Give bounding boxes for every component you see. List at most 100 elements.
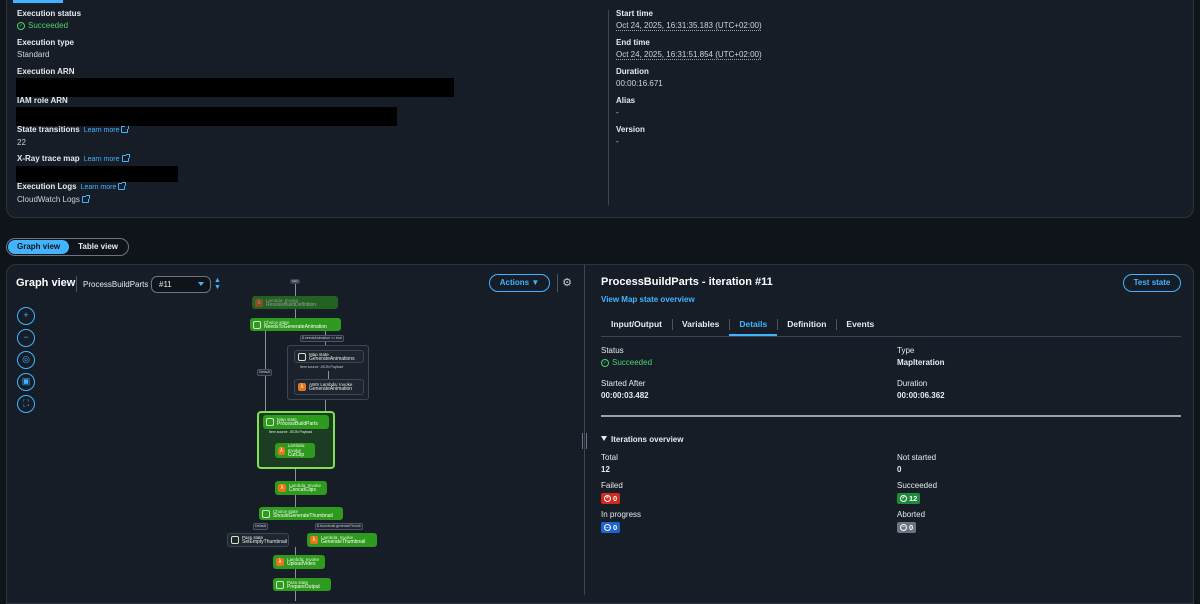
column-divider xyxy=(608,10,609,205)
lambda-icon: λ xyxy=(298,383,306,391)
field-value: 00:00:06.362 xyxy=(897,391,945,400)
process-build-parts-map-highlighted[interactable]: Map state ProcessBuildParts Item source: … xyxy=(257,411,335,469)
node-prepare-output[interactable]: Pass state PrepareOutput xyxy=(273,578,331,591)
zoom-in-icon[interactable]: + xyxy=(17,307,35,325)
actions-dropdown-button[interactable]: Actions ▼ xyxy=(489,274,550,292)
table-view-toggle[interactable]: Table view xyxy=(69,240,127,254)
center-icon[interactable]: ◎ xyxy=(17,351,35,369)
duration-field: Duration 00:00:06.362 xyxy=(897,378,945,402)
node-should-generate-thumbnail[interactable]: Choice state ShouldGenerateThumbnail xyxy=(259,507,343,520)
not-started-field: Not started 0 xyxy=(897,452,936,476)
resize-handle[interactable] xyxy=(582,433,587,449)
section-divider xyxy=(601,415,1181,417)
redacted-iam-role-arn xyxy=(16,107,397,126)
status-value: Succeeded xyxy=(28,21,69,30)
field-value: Standard xyxy=(17,50,50,59)
detail-tabs: Input/Output Variables Details Definitio… xyxy=(601,314,884,336)
toolbar-divider xyxy=(557,274,558,292)
generate-animations-map[interactable]: Map state GenerateAnimations Item source:… xyxy=(287,345,369,400)
field-label: Execution Logs xyxy=(17,182,77,191)
node-needs-to-generate-animation[interactable]: Choice state NeedsToGenerateAnimation xyxy=(250,318,341,331)
status-field: Status ✓ Succeeded xyxy=(601,345,652,369)
node-concat-clips[interactable]: λ Lambda: Invoke ConcatClips xyxy=(275,481,327,495)
node-generate-thumbnail[interactable]: λ Lambda: Invoke GenerateThumbnail xyxy=(307,533,377,547)
panel-splitter xyxy=(584,265,585,595)
title-divider xyxy=(76,276,77,292)
succeeded-badge: ✓ 12 xyxy=(897,493,921,504)
start-time-field: Start time Oct 24, 2025, 16:31:35.183 (U… xyxy=(616,8,1176,37)
success-icon: ✓ xyxy=(17,22,25,30)
in-progress-field: In progress … 0 xyxy=(601,509,641,533)
field-label: Duration xyxy=(897,379,928,388)
workflow-graph[interactable]: Start λ Lambda: Invoke ResolveBuildDefinit… xyxy=(207,271,397,601)
end-time-value[interactable]: Oct 24, 2025, 16:31:51.854 (UTC+02:00) xyxy=(616,49,1176,61)
execution-logs-field: Execution Logs Learn more CloudWatch Logs xyxy=(17,181,607,210)
field-label: Aborted xyxy=(897,510,926,519)
learn-more-link[interactable]: Learn more xyxy=(84,154,130,163)
zoom-out-icon[interactable]: − xyxy=(17,329,35,347)
node-upload-video[interactable]: λ Lambda: Invoke UploadVideo xyxy=(273,555,325,569)
field-label: Version xyxy=(616,125,645,134)
field-label: Type xyxy=(897,346,915,355)
graph-view-toggle[interactable]: Graph view xyxy=(8,240,70,254)
external-link-icon xyxy=(121,125,130,133)
caret-down-icon xyxy=(198,282,204,286)
node-cut-clip[interactable]: λ Lambda: Invoke CutClip xyxy=(275,443,315,458)
map-icon xyxy=(266,418,274,426)
field-label: State transitions xyxy=(17,125,80,134)
edge xyxy=(295,495,296,507)
node-resolve-build-definition[interactable]: λ Lambda: Invoke ResolveBuildDefinition xyxy=(252,296,338,309)
test-state-button[interactable]: Test state xyxy=(1123,274,1181,292)
fit-view-icon[interactable]: ▣ xyxy=(17,373,35,391)
node-set-empty-thumbnail[interactable]: Pass state SetEmptyThumbnail xyxy=(227,533,289,547)
learn-more-link[interactable]: Learn more xyxy=(81,182,127,191)
field-label: Not started xyxy=(897,453,937,462)
field-value: 0 xyxy=(897,465,902,474)
field-label: Started After xyxy=(601,379,646,388)
type-field: Type MapIteration xyxy=(897,345,945,369)
aborted-badge: −0 xyxy=(897,522,917,533)
node-process-build-parts[interactable]: Map state ProcessBuildParts xyxy=(263,415,329,429)
field-label: End time xyxy=(616,38,650,47)
edge xyxy=(295,547,296,555)
cloudwatch-logs-link[interactable]: CloudWatch Logs xyxy=(17,194,607,206)
map-state-name: ProcessBuildParts xyxy=(83,280,149,289)
field-value: MapIteration xyxy=(897,358,945,367)
learn-more-link[interactable]: Learn more xyxy=(84,125,130,134)
field-label: Start time xyxy=(616,9,653,18)
tab-input-output[interactable]: Input/Output xyxy=(601,314,672,336)
external-link-icon xyxy=(118,182,127,190)
active-tab-indicator xyxy=(13,0,63,3)
edge xyxy=(295,469,296,481)
node-generate-animations[interactable]: Map state GenerateAnimations xyxy=(294,350,364,363)
lambda-icon: λ xyxy=(278,446,285,455)
start-time-value[interactable]: Oct 24, 2025, 16:31:35.183 (UTC+02:00) xyxy=(616,20,1176,32)
field-value: 00:00:16.671 xyxy=(616,79,663,88)
field-label: Total xyxy=(601,453,618,462)
tab-variables[interactable]: Variables xyxy=(671,314,729,336)
lambda-icon: λ xyxy=(278,484,286,492)
execution-type-field: Execution type Standard xyxy=(17,37,607,66)
iteration-select[interactable]: #11 xyxy=(151,276,211,293)
edge-label: $.thumbnail.generateThumb xyxy=(315,523,363,530)
aborted-icon: − xyxy=(900,524,907,531)
tab-definition[interactable]: Definition xyxy=(777,314,836,336)
tab-events[interactable]: Events xyxy=(836,314,884,336)
caret-down-icon xyxy=(601,436,607,441)
node-generate-animation[interactable]: λ AWS Lambda: Invoke GenerateAnimation xyxy=(294,379,364,395)
tab-details[interactable]: Details xyxy=(729,314,778,336)
fullscreen-icon[interactable]: ⛶ xyxy=(17,395,35,413)
succeeded-field: Succeeded ✓ 12 xyxy=(897,480,937,504)
field-label: Alias xyxy=(616,96,636,105)
field-label: Succeeded xyxy=(897,481,938,490)
version-field: Version - xyxy=(616,124,1176,153)
redacted-xray-link xyxy=(16,166,178,182)
choice-icon xyxy=(253,320,261,329)
failed-badge: × 0 xyxy=(601,493,621,504)
choice-icon xyxy=(262,509,270,518)
redacted-execution-arn xyxy=(16,78,454,97)
gear-icon[interactable]: ⚙ xyxy=(560,276,574,290)
map-icon xyxy=(298,352,306,361)
iterations-overview-toggle[interactable]: Iterations overview xyxy=(601,435,683,444)
view-map-state-overview-link[interactable]: View Map state overview xyxy=(601,295,695,304)
